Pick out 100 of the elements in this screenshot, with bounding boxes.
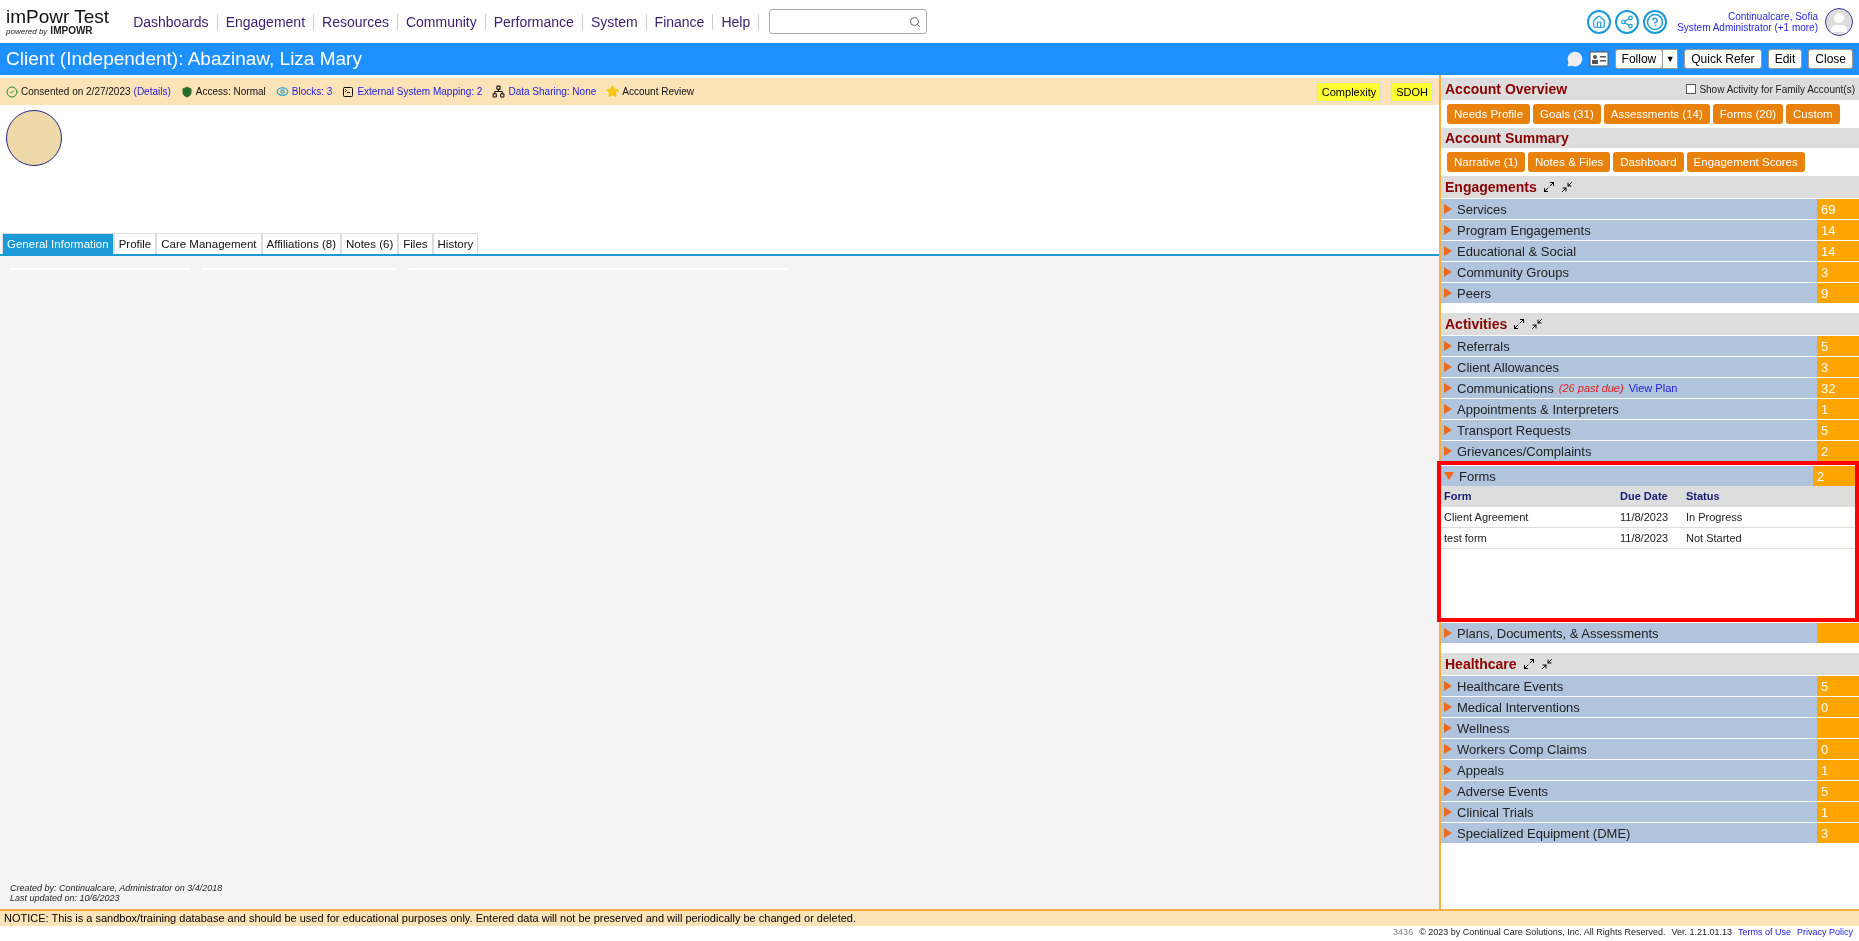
category-label[interactable]: Specialized Equipment (DME) — [1457, 825, 1631, 841]
category-label[interactable]: Community Groups — [1457, 264, 1569, 280]
category-row[interactable]: Client Allowances — [1441, 357, 1817, 377]
tab[interactable]: Notes (6) — [340, 233, 399, 254]
category-row[interactable]: Educational & Social — [1441, 241, 1817, 261]
search-icon[interactable] — [909, 15, 922, 28]
user-avatar[interactable] — [1825, 7, 1853, 36]
nav-link[interactable]: Dashboards — [125, 13, 218, 30]
disclosure-arrow-icon[interactable] — [1444, 288, 1452, 298]
info-link[interactable]: Data Sharing: None — [508, 86, 597, 97]
info-text: Consented on 2/27/2023 — [21, 86, 131, 97]
toolbar-button[interactable]: Quick Refer — [1684, 49, 1762, 69]
view-plan-link[interactable]: View Plan — [1628, 382, 1678, 394]
category-label[interactable]: Clinical Trials — [1457, 804, 1534, 820]
nav-link[interactable]: Performance — [485, 13, 583, 30]
user-role[interactable]: System Administrator (+1 more) — [1677, 21, 1818, 33]
category-row[interactable]: Peers — [1441, 283, 1817, 303]
category-row[interactable]: Transport Requests — [1441, 420, 1817, 440]
category-label[interactable]: Educational & Social — [1457, 243, 1577, 259]
search-field[interactable] — [769, 9, 928, 34]
category-label[interactable]: Services — [1457, 201, 1507, 217]
past-due-note: (26 past due) — [1558, 382, 1624, 394]
category-label[interactable]: Communications — [1457, 380, 1554, 396]
category-row[interactable]: Specialized Equipment (DME) — [1441, 823, 1817, 843]
category-label[interactable]: Plans, Documents, & Assessments — [1457, 625, 1659, 641]
collapse-icon[interactable] — [1531, 318, 1544, 330]
category-label[interactable]: Healthcare Events — [1457, 678, 1564, 694]
category-row[interactable]: Communications (26 past due) View Plan — [1441, 378, 1817, 398]
category-label[interactable]: Forms — [1459, 468, 1496, 484]
tag-label[interactable]: SDOH — [1391, 81, 1433, 102]
disclosure-arrow-icon[interactable] — [1444, 828, 1452, 838]
category-label[interactable]: Appointments & Interpreters — [1457, 401, 1619, 417]
table-cell-text: 11/8/2023 — [1620, 511, 1670, 523]
category-row[interactable]: Workers Comp Claims — [1441, 739, 1817, 759]
category-label[interactable]: Client Allowances — [1457, 359, 1559, 375]
category-row[interactable]: Healthcare Events — [1441, 676, 1817, 696]
nav-link[interactable]: Engagement — [217, 13, 315, 30]
tab[interactable]: History — [432, 233, 479, 254]
nav-link[interactable]: Community — [397, 13, 486, 30]
tab[interactable]: Files — [398, 233, 433, 254]
category-label[interactable]: Peers — [1457, 285, 1491, 301]
user-name[interactable]: Continualcare, Sofia — [1727, 10, 1818, 22]
follow-button[interactable]: Follow — [1614, 49, 1664, 69]
details-link[interactable]: (Details) — [133, 86, 171, 97]
expand-icon[interactable] — [1542, 181, 1555, 193]
expand-icon[interactable] — [1522, 658, 1535, 670]
checkbox[interactable] — [1686, 84, 1697, 94]
category-row[interactable]: Community Groups — [1441, 262, 1817, 282]
table-cell-text: Not Started — [1686, 532, 1743, 544]
category-row[interactable]: Program Engagements — [1441, 220, 1817, 240]
category-label[interactable]: Medical Interventions — [1457, 699, 1580, 715]
share-icon[interactable] — [1615, 9, 1640, 34]
category-row[interactable]: Medical Interventions — [1441, 697, 1817, 717]
tab[interactable]: Affiliations (8) — [261, 233, 341, 254]
chat-icon[interactable] — [1566, 51, 1583, 67]
help-icon[interactable] — [1643, 9, 1668, 34]
footer-link[interactable]: Terms of Use — [1737, 926, 1791, 937]
info-link[interactable]: Blocks: 3 — [291, 86, 333, 97]
contact-card-icon[interactable] — [1588, 51, 1609, 67]
category-row[interactable]: Appointments & Interpreters — [1441, 399, 1817, 419]
category-row[interactable]: Adverse Events — [1441, 781, 1817, 801]
category-row[interactable]: Wellness — [1441, 718, 1817, 738]
expand-icon[interactable] — [1513, 318, 1526, 330]
category-row[interactable]: Appeals — [1441, 760, 1817, 780]
count-badge: 14 — [1817, 241, 1859, 261]
nav-link[interactable]: System — [582, 13, 647, 30]
checkbox-label[interactable]: Show Activity for Family Account(s) — [1699, 83, 1855, 95]
collapse-icon[interactable] — [1540, 658, 1553, 670]
category-row[interactable]: Services — [1441, 199, 1817, 219]
home-icon[interactable] — [1587, 9, 1612, 34]
category-label[interactable]: Wellness — [1457, 720, 1510, 736]
nav-link[interactable]: Resources — [314, 13, 398, 30]
category-label[interactable]: Adverse Events — [1457, 783, 1549, 799]
category-label[interactable]: Referrals — [1457, 338, 1510, 354]
category-row[interactable]: Grievances/Complaints — [1441, 441, 1817, 461]
category-label[interactable]: Appeals — [1457, 762, 1504, 778]
category-row[interactable]: Clinical Trials — [1441, 802, 1817, 822]
disclosure-arrow-icon[interactable] — [1444, 628, 1452, 638]
category-row[interactable]: Referrals — [1441, 336, 1817, 356]
table-cell-text: Client Agreement — [1444, 511, 1530, 523]
info-link[interactable]: External System Mapping: 2 — [357, 86, 483, 97]
toolbar-button[interactable]: Close — [1808, 49, 1853, 69]
nav-link[interactable]: Help — [713, 13, 760, 30]
category-label[interactable]: Transport Requests — [1457, 422, 1571, 438]
category-row[interactable]: Plans, Documents, & Assessments — [1441, 623, 1817, 643]
footer-link[interactable]: Privacy Policy — [1797, 926, 1853, 937]
tab[interactable]: Care Management — [156, 233, 262, 254]
nav-link[interactable]: Finance — [646, 13, 714, 30]
column-header: Status — [1686, 490, 1721, 502]
tag-label[interactable]: Complexity — [1316, 81, 1382, 102]
terminal-icon — [342, 85, 355, 98]
category-label[interactable]: Workers Comp Claims — [1457, 741, 1587, 757]
follow-dropdown-button[interactable]: ▼ — [1662, 49, 1679, 69]
category-label[interactable]: Grievances/Complaints — [1457, 443, 1592, 459]
tab[interactable]: Profile — [113, 233, 157, 254]
category-row[interactable]: Forms — [1441, 466, 1813, 486]
collapse-icon[interactable] — [1560, 181, 1573, 193]
disclosure-arrow-icon[interactable] — [1444, 446, 1452, 456]
toolbar-button[interactable]: Edit — [1767, 49, 1803, 69]
category-label[interactable]: Program Engagements — [1457, 222, 1591, 238]
